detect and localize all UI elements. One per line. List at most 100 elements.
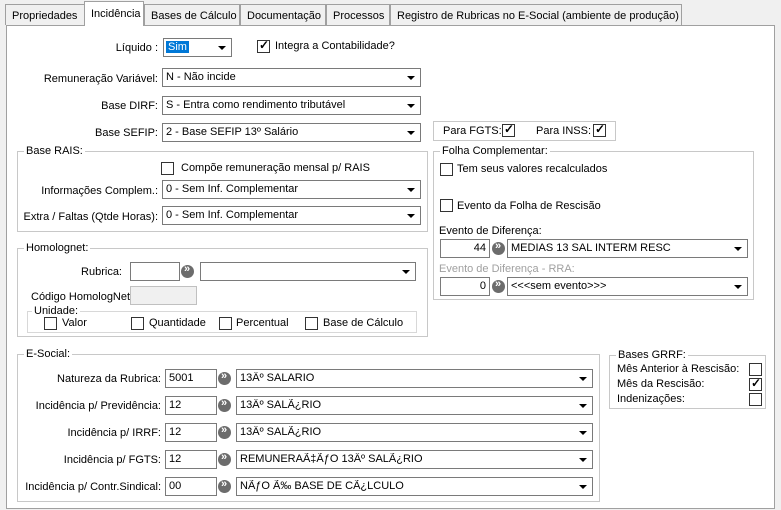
esocial-title: E-Social: xyxy=(24,348,73,360)
chevron-down-icon xyxy=(730,241,746,256)
esocial-code-input[interactable]: 12 xyxy=(165,423,217,442)
para-inss-checkbox[interactable] xyxy=(593,122,606,137)
tab-registro-esocial[interactable]: Registro de Rubricas no E-Social (ambien… xyxy=(390,4,682,25)
grrf-indenizacoes-label: Indenizações: xyxy=(617,393,685,405)
codigo-homolognet-input[interactable] xyxy=(130,286,197,305)
esocial-select[interactable]: NÃƒO Ã‰ BASE DE CÃ¿LCULO xyxy=(236,477,593,496)
esocial-code-input[interactable]: 5001 xyxy=(165,369,217,388)
esocial-row-label: Incidência p/ Previdência: xyxy=(35,400,161,412)
base-dirf-select[interactable]: S - Entra como rendimento tributável xyxy=(162,96,421,115)
unidade-group: Unidade: Valor Quantidade Percentual Bas… xyxy=(27,305,417,333)
recalculados-checkbox[interactable] xyxy=(440,163,453,176)
esocial-row-label: Incidência p/ FGTS: xyxy=(63,454,161,466)
folha-title: Folha Complementar: xyxy=(440,145,550,157)
diferenca-select[interactable]: MEDIAS 13 SAL INTERM RESC xyxy=(507,239,748,258)
esocial-code-input[interactable]: 12 xyxy=(165,450,217,469)
rescisao-checkbox[interactable] xyxy=(440,199,453,212)
unidade-percentual-checkbox[interactable] xyxy=(219,317,232,330)
liquido-select[interactable]: Sim xyxy=(163,38,232,57)
chevron-down-icon xyxy=(575,425,591,440)
integra-checkbox[interactable] xyxy=(257,38,270,53)
chevron-down-icon xyxy=(575,452,591,467)
lookup-icon[interactable] xyxy=(218,451,231,466)
folha-complementar-group: Folha Complementar: Tem seus valores rec… xyxy=(433,145,754,300)
para-inss-label: Para INSS: xyxy=(536,125,592,137)
grrf-mes-rescisao-label: Mês da Rescisão: xyxy=(617,378,705,390)
chevron-down-icon xyxy=(403,98,419,113)
tab-processos[interactable]: Processos xyxy=(326,4,390,25)
lookup-icon[interactable] xyxy=(218,397,231,412)
para-fgts-label: Para FGTS: xyxy=(443,125,502,137)
info-complem-select[interactable]: 0 - Sem Inf. Complementar xyxy=(162,180,421,199)
lookup-icon[interactable] xyxy=(492,278,505,293)
rra-label: Evento de Diferença - RRA: xyxy=(439,263,575,275)
unidade-valor-label: Valor xyxy=(62,317,87,329)
rra-code-input[interactable]: 0 xyxy=(440,277,490,296)
grrf-indenizacoes-checkbox[interactable] xyxy=(749,393,762,406)
recalculados-label: Tem seus valores recalculados xyxy=(457,163,608,175)
unidade-percentual-label: Percentual xyxy=(236,317,289,329)
rais-group: Base RAIS: Compõe remuneração mensal p/ … xyxy=(17,145,428,232)
unidade-base-calculo-label: Base de Cálculo xyxy=(323,317,404,329)
homolognet-title: Homolognet: xyxy=(24,242,91,254)
tab-propriedades[interactable]: Propriedades xyxy=(5,4,85,25)
chevron-down-icon xyxy=(214,40,230,55)
info-complem-label: Informações Complem.: xyxy=(41,185,158,197)
grrf-mes-rescisao-checkbox[interactable] xyxy=(749,376,762,391)
codigo-homolognet-label: Código HomologNet xyxy=(31,291,131,303)
esocial-code-input[interactable]: 00 xyxy=(165,477,217,496)
tab-bases-de-calculo[interactable]: Bases de Cálculo xyxy=(144,4,240,25)
lookup-icon[interactable] xyxy=(218,478,231,493)
rescisao-label: Evento da Folha de Rescisão xyxy=(457,200,601,212)
tab-incidencia[interactable]: Incidência xyxy=(84,1,144,26)
chevron-down-icon xyxy=(403,70,419,85)
lookup-icon[interactable] xyxy=(492,240,505,255)
chevron-down-icon xyxy=(730,279,746,294)
esocial-row-label: Natureza da Rubrica: xyxy=(57,373,161,385)
unidade-title: Unidade: xyxy=(32,305,81,317)
rubrica-label: Rubrica: xyxy=(81,266,122,278)
extra-faltas-select[interactable]: 0 - Sem Inf. Complementar xyxy=(162,206,421,225)
diferenca-code-input[interactable]: 44 xyxy=(440,239,490,258)
grrf-anterior-checkbox[interactable] xyxy=(749,363,762,376)
chevron-down-icon xyxy=(575,398,591,413)
fgts-inss-box: Para FGTS: Para INSS: xyxy=(433,121,616,141)
grrf-group: Bases GRRF: Mês Anterior à Rescisão: Mês… xyxy=(609,349,766,409)
diferenca-label: Evento de Diferença: xyxy=(439,225,542,237)
unidade-valor-checkbox[interactable] xyxy=(44,317,57,330)
esocial-row-label: Incidência p/ Contr.Sindical: xyxy=(25,481,161,493)
esocial-row-label: Incidência p/ IRRF: xyxy=(67,427,161,439)
remuneracao-select[interactable]: N - Não incide xyxy=(162,68,421,87)
rubrica-code-input[interactable] xyxy=(130,262,180,281)
rais-title: Base RAIS: xyxy=(24,145,85,157)
rubrica-select[interactable] xyxy=(200,262,416,281)
base-dirf-label: Base DIRF: xyxy=(101,100,158,112)
esocial-select[interactable]: 13Âº SALÃ¿RIO xyxy=(236,396,593,415)
esocial-select[interactable]: REMUNERAÃ‡ÃƒO 13Âº SALÃ¿RIO xyxy=(236,450,593,469)
compoe-checkbox[interactable] xyxy=(161,162,174,175)
lookup-icon[interactable] xyxy=(218,424,231,439)
compoe-label: Compõe remuneração mensal p/ RAIS xyxy=(181,162,370,174)
tab-strip: Propriedades Incidência Bases de Cálculo… xyxy=(0,0,781,26)
unidade-quantidade-label: Quantidade xyxy=(149,317,206,329)
unidade-base-calculo-checkbox[interactable] xyxy=(305,317,318,330)
grrf-title: Bases GRRF: xyxy=(616,349,688,361)
esocial-select[interactable]: 13Âº SALÃ¿RIO xyxy=(236,423,593,442)
chevron-down-icon xyxy=(575,371,591,386)
lookup-icon[interactable] xyxy=(218,370,231,385)
base-sefip-select[interactable]: 2 - Base SEFIP 13º Salário xyxy=(162,123,421,142)
esocial-code-input[interactable]: 12 xyxy=(165,396,217,415)
extra-faltas-label: Extra / Faltas (Qtde Horas): xyxy=(23,211,158,223)
base-sefip-label: Base SEFIP: xyxy=(95,127,158,139)
rra-select[interactable]: <<<sem evento>>> xyxy=(507,277,748,296)
unidade-quantidade-checkbox[interactable] xyxy=(131,317,144,330)
liquido-label: Líquido : xyxy=(115,42,158,54)
para-fgts-checkbox[interactable] xyxy=(502,122,515,137)
chevron-down-icon xyxy=(403,125,419,140)
integra-label: Integra a Contabilidade? xyxy=(275,40,395,52)
esocial-select[interactable]: 13Âº SALARIO xyxy=(236,369,593,388)
remuneracao-label: Remuneração Variável: xyxy=(43,73,158,85)
lookup-icon[interactable] xyxy=(181,263,194,278)
chevron-down-icon xyxy=(403,208,419,223)
tab-documentacao[interactable]: Documentação xyxy=(240,4,326,25)
